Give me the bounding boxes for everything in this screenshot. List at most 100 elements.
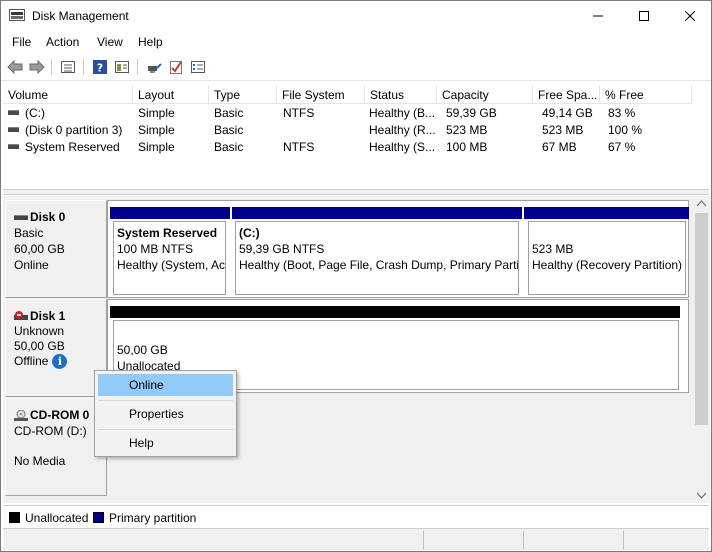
cdrom-0-title: CD-ROM 0 xyxy=(14,408,89,422)
partition-recovery[interactable]: 523 MB Healthy (Recovery Partition) xyxy=(528,221,686,295)
context-menu-online[interactable]: Online xyxy=(98,374,233,396)
offline-disk-icon xyxy=(14,311,28,321)
pane-splitter[interactable] xyxy=(3,189,709,195)
volume-free-space: 67 MB xyxy=(542,140,577,154)
disk-1-state: Offline i xyxy=(14,354,68,370)
volume-name: (Disk 0 partition 3) xyxy=(8,123,132,137)
partition-size: 59,39 GB NTFS xyxy=(239,242,325,256)
volume-file-system: NTFS xyxy=(283,140,315,154)
partition-c-drive[interactable]: (C:) 59,39 GB NTFS Healthy (Boot, Page F… xyxy=(235,221,519,295)
disk-0-partitions: System Reserved 100 MB NTFS Healthy (Sys… xyxy=(107,200,689,298)
volume-free-space: 49,14 GB xyxy=(542,106,593,120)
column-header-status[interactable]: Status xyxy=(365,86,437,104)
legend-primary-partition: Primary partition xyxy=(109,511,197,525)
toolbar-separator xyxy=(83,59,84,75)
status-pane xyxy=(623,531,709,549)
primary-partition-swatch xyxy=(93,512,104,523)
disk-1-label[interactable]: Disk 1 Unknown 50,00 GB Offline i xyxy=(5,299,107,397)
column-header-capacity[interactable]: Capacity xyxy=(437,86,533,104)
menu-bar: File Action View Help xyxy=(1,32,711,53)
cdrom-0-label[interactable]: CD-ROM 0 CD-ROM (D:) No Media xyxy=(5,398,107,496)
disk-0-state: Online xyxy=(14,258,49,272)
volume-type: Basic xyxy=(214,123,244,137)
volume-row[interactable]: (C:) Simple Basic NTFS Healthy (B... 59,… xyxy=(3,105,693,122)
scrollbar-thumb[interactable] xyxy=(695,213,708,425)
info-icon[interactable]: i xyxy=(52,354,68,370)
scroll-up-icon xyxy=(696,200,707,207)
partition-size: 100 MB NTFS xyxy=(117,242,194,256)
disk-0-title: Disk 0 xyxy=(14,210,65,224)
primary-partition-bar xyxy=(524,207,689,219)
context-menu-separator xyxy=(98,429,233,430)
connect-icon[interactable] xyxy=(145,58,163,76)
cdrom-0-type: CD-ROM (D:) xyxy=(14,424,87,438)
volume-capacity: 100 MB xyxy=(446,140,488,154)
maximize-button[interactable] xyxy=(621,1,667,31)
disk-0-size: 60,00 GB xyxy=(14,242,65,256)
volume-layout: Simple xyxy=(138,123,175,137)
scroll-down-icon xyxy=(696,492,707,499)
title-bar[interactable]: Disk Management xyxy=(1,1,711,31)
menu-view[interactable]: View xyxy=(97,35,123,49)
volume-status: Healthy (B... xyxy=(369,106,435,120)
context-menu-separator xyxy=(98,400,233,401)
status-pane xyxy=(523,531,623,549)
volume-percent-free: 83 % xyxy=(608,106,636,120)
column-header-percent-free[interactable]: % Free xyxy=(600,86,692,104)
volume-layout: Simple xyxy=(138,140,175,154)
volume-name: (C:) xyxy=(8,106,132,120)
partition-size: 523 MB xyxy=(532,242,574,256)
hard-disk-icon xyxy=(14,214,28,220)
drive-icon xyxy=(8,144,19,150)
check-icon[interactable] xyxy=(167,58,185,76)
partition-title xyxy=(532,225,685,241)
back-arrow-icon[interactable] xyxy=(6,58,24,76)
status-bar xyxy=(3,528,709,550)
volume-row[interactable]: (Disk 0 partition 3) Simple Basic Health… xyxy=(3,122,693,139)
volume-type: Basic xyxy=(214,140,244,154)
list-view-icon[interactable] xyxy=(59,58,77,76)
disk-0-label[interactable]: Disk 0 Basic 60,00 GB Online xyxy=(5,200,107,298)
properties-icon[interactable] xyxy=(189,58,207,76)
help-icon[interactable]: ? xyxy=(91,58,109,76)
volume-row[interactable]: System Reserved Simple Basic NTFS Health… xyxy=(3,139,693,156)
cdrom-0-state: No Media xyxy=(14,454,66,468)
minimize-button[interactable] xyxy=(575,1,621,31)
column-header-free-space[interactable]: Free Spa... xyxy=(533,86,600,104)
partition-status: Healthy (Recovery Partition) xyxy=(532,258,683,272)
svg-text:?: ? xyxy=(97,62,103,75)
volume-file-system: NTFS xyxy=(283,106,315,120)
disk-0-type: Basic xyxy=(14,226,44,240)
partition-status: Healthy (System, Ac xyxy=(117,258,226,272)
disk-1-title: Disk 1 xyxy=(14,309,65,323)
menu-file[interactable]: File xyxy=(12,35,31,49)
toggle-view-icon[interactable] xyxy=(113,58,131,76)
column-header-file-system[interactable]: File System xyxy=(277,86,365,104)
volume-layout: Simple xyxy=(138,106,175,120)
disk-1-size: 50,00 GB xyxy=(14,339,65,353)
toolbar-separator xyxy=(51,59,52,75)
volume-status: Healthy (R... xyxy=(369,123,435,137)
disk-management-app-icon xyxy=(9,9,25,23)
column-header-volume[interactable]: Volume xyxy=(3,86,133,104)
disk-management-window: Disk Management File Action View Help ? xyxy=(0,0,712,552)
context-menu-properties[interactable]: Properties xyxy=(98,403,233,425)
partition-title: System Reserved xyxy=(117,226,218,240)
menu-action[interactable]: Action xyxy=(46,35,79,49)
menu-help[interactable]: Help xyxy=(138,35,163,49)
unallocated-swatch xyxy=(9,512,20,523)
unallocated-bar xyxy=(110,306,680,318)
legend-unallocated: Unallocated xyxy=(25,511,89,525)
close-button[interactable] xyxy=(667,1,712,31)
vertical-scrollbar[interactable] xyxy=(693,196,710,503)
column-header-type[interactable]: Type xyxy=(209,86,277,104)
context-menu-help[interactable]: Help xyxy=(98,432,233,454)
volume-list: Volume Layout Type File System Status Ca… xyxy=(3,85,709,189)
volume-percent-free: 100 % xyxy=(608,123,643,137)
volume-status: Healthy (S... xyxy=(369,140,435,154)
partition-system-reserved[interactable]: System Reserved 100 MB NTFS Healthy (Sys… xyxy=(113,221,226,295)
disk-1-type: Unknown xyxy=(14,324,65,338)
window-title: Disk Management xyxy=(32,9,129,23)
column-header-layout[interactable]: Layout xyxy=(133,86,209,104)
forward-arrow-icon[interactable] xyxy=(28,58,46,76)
